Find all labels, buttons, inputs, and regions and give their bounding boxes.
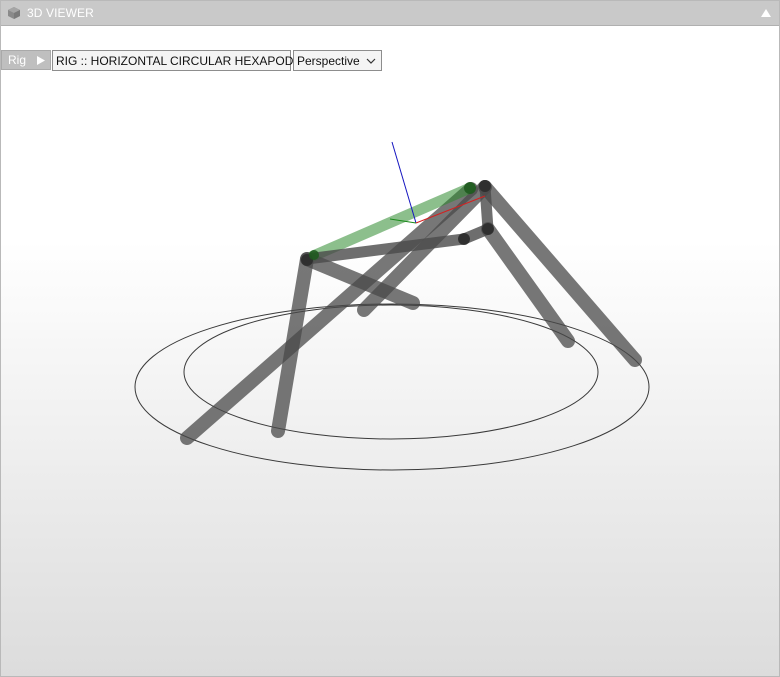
chevron-down-icon	[365, 55, 377, 67]
panel-titlebar: 3D VIEWER	[1, 1, 779, 26]
cube-icon	[7, 6, 21, 20]
panel-title: 3D VIEWER	[27, 6, 94, 20]
base-circle-outer	[134, 303, 650, 471]
viewer-toolbar: Rig RIG :: HORIZONTAL CIRCULAR HEXAPOD P…	[1, 50, 382, 71]
triangle-up-icon	[761, 9, 771, 17]
rig-select-value: RIG :: HORIZONTAL CIRCULAR HEXAPOD	[56, 53, 294, 68]
play-triangle-icon	[37, 55, 45, 65]
collapse-panel-button[interactable]	[759, 6, 773, 20]
hexapod-legs	[180, 180, 642, 445]
rig-select[interactable]: RIG :: HORIZONTAL CIRCULAR HEXAPOD	[52, 50, 303, 71]
leg-1	[180, 182, 478, 445]
moving-platform	[301, 181, 494, 265]
3d-viewport[interactable]	[1, 26, 779, 676]
base-circle-inner	[183, 304, 599, 440]
view-mode-select[interactable]: Perspective	[293, 50, 382, 71]
view-mode-value: Perspective	[297, 53, 360, 68]
viewer-panel: 3D VIEWER Rig RIG:: HORIZONTAL CIRCULAR…	[0, 0, 780, 677]
rig-label: Rig	[8, 53, 27, 67]
rig-toggle-button[interactable]: Rig	[1, 50, 51, 70]
